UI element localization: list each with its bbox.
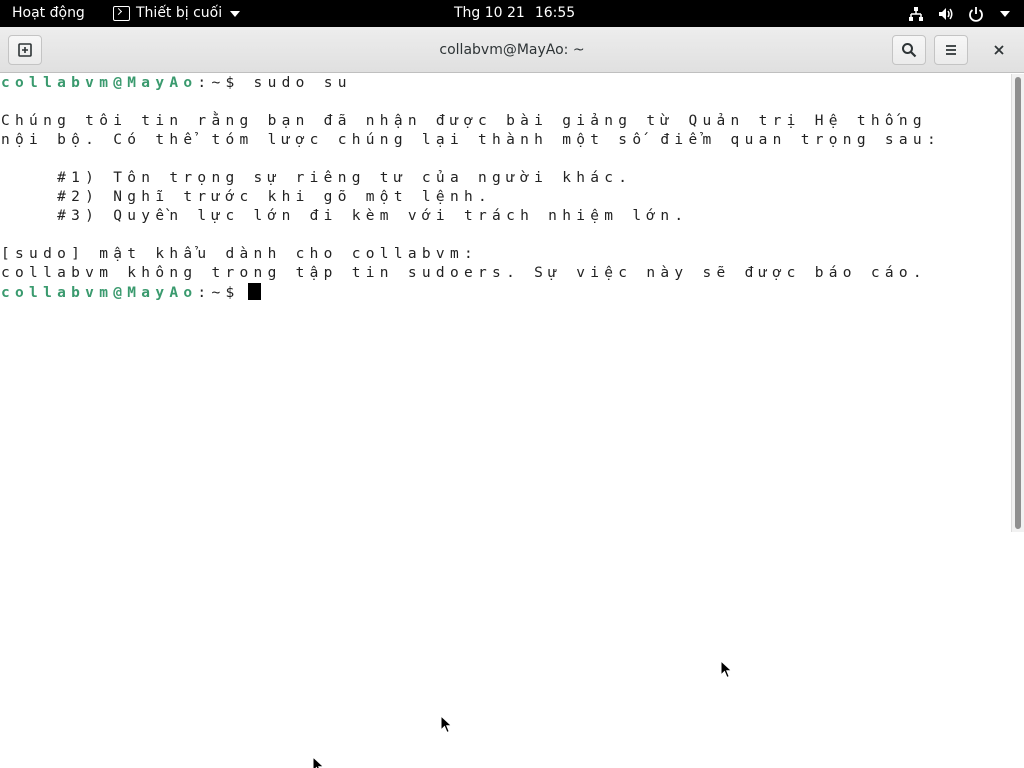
terminal-line: #1) Tôn trọng sự riêng tư của người khác… xyxy=(1,170,633,186)
mouse-pointer-icon xyxy=(440,715,453,734)
prompt-symbol: :~$ xyxy=(197,285,240,301)
terminal-line: [sudo] mật khẩu dành cho collabvm: xyxy=(1,246,479,262)
scrollbar[interactable] xyxy=(1011,74,1024,532)
terminal-app-icon xyxy=(113,6,130,21)
close-icon xyxy=(994,45,1004,55)
prompt-user: collabvm@MayAo xyxy=(1,75,198,91)
terminal-line-command: collabvm@MayAo:~$ sudo su xyxy=(1,74,352,93)
clock[interactable]: Thg 10 21 16:55 xyxy=(454,0,575,27)
search-icon xyxy=(902,43,917,58)
activities-button[interactable]: Hoạt động xyxy=(12,0,85,27)
prompt-user: collabvm@MayAo xyxy=(1,285,198,301)
window-title: collabvm@MayAo: ~ xyxy=(439,42,585,58)
close-button[interactable] xyxy=(984,35,1014,65)
new-tab-icon xyxy=(18,43,32,57)
app-menu-label: Thiết bị cuối xyxy=(136,5,223,21)
terminal-output[interactable]: collabvm@MayAo:~$ sudo su Chúng tôi tin … xyxy=(0,74,1011,532)
terminal-line: #2) Nghĩ trước khi gõ một lệnh. xyxy=(1,189,493,205)
power-icon xyxy=(968,6,984,22)
terminal-line: nội bộ. Có thể tóm lược chúng lại thành … xyxy=(1,132,941,148)
system-status-area[interactable] xyxy=(908,0,1010,27)
chevron-down-icon xyxy=(230,10,241,17)
network-wired-icon xyxy=(908,6,924,22)
app-menu[interactable]: Thiết bị cuối xyxy=(113,0,241,27)
clock-date: Thg 10 21 xyxy=(454,5,525,21)
terminal-line: collabvm không trong tập tin sudoers. Sự… xyxy=(1,265,927,281)
prompt-symbol: :~$ xyxy=(197,75,240,91)
desktop-background xyxy=(0,532,1024,768)
search-button[interactable] xyxy=(892,35,926,65)
top-bar: Hoạt động Thiết bị cuối Thg 10 21 16:55 xyxy=(0,0,1024,27)
mouse-pointer-icon xyxy=(312,756,325,768)
terminal-line: Chúng tôi tin rằng bạn đã nhận được bài … xyxy=(1,113,927,129)
new-tab-button[interactable] xyxy=(8,35,42,65)
hamburger-menu-icon xyxy=(946,45,956,55)
scrollbar-thumb[interactable] xyxy=(1015,77,1021,529)
text-cursor xyxy=(247,283,261,300)
terminal-line-prompt: collabvm@MayAo:~$ xyxy=(1,283,261,302)
terminal-line: #3) Quyền lực lớn đi kèm với trách nhiệm… xyxy=(1,208,689,224)
header-bar: collabvm@MayAo: ~ xyxy=(0,27,1024,73)
dropdown-arrow-icon xyxy=(1000,10,1010,17)
menu-button[interactable] xyxy=(934,35,968,65)
command-text: sudo su xyxy=(239,75,352,91)
mouse-pointer-icon xyxy=(720,660,733,679)
clock-time: 16:55 xyxy=(534,5,576,21)
volume-icon xyxy=(938,6,954,22)
terminal-window: collabvm@MayAo: ~ collabvm@MayAo:~$ sudo… xyxy=(0,27,1024,532)
